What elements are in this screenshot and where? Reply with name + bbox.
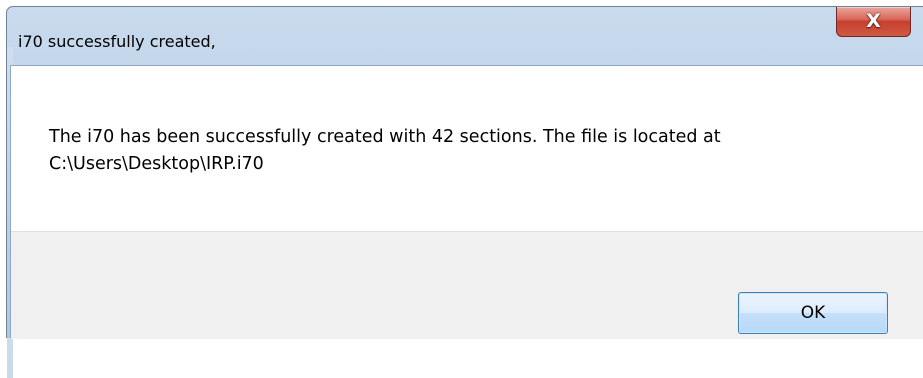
- title-bar[interactable]: i70 successfully created, X: [7, 7, 923, 50]
- close-icon: X: [866, 10, 881, 32]
- dialog-message: The i70 has been successfully created wi…: [49, 124, 909, 178]
- ok-button[interactable]: OK: [738, 292, 888, 334]
- message-line-1: The i70 has been successfully created wi…: [49, 127, 721, 147]
- dialog-title: i70 successfully created,: [18, 32, 216, 51]
- close-button[interactable]: X: [836, 7, 911, 37]
- message-line-2: C:\Users\Desktop\IRP.i70: [49, 154, 264, 174]
- button-bar: OK: [11, 231, 923, 339]
- dialog-content: The i70 has been successfully created wi…: [10, 65, 923, 339]
